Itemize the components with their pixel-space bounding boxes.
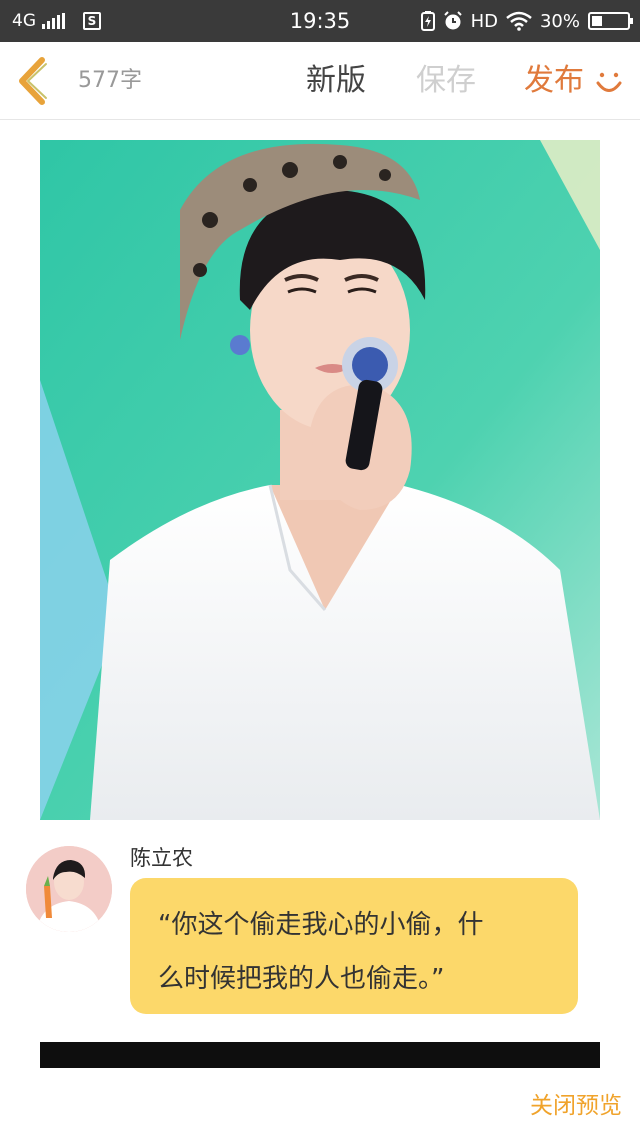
status-bar: 4G S 19:35 HD 30% — [0, 0, 640, 42]
hd-indicator: HD — [470, 10, 498, 32]
quote-bubble: “你这个偷走我心的小偷，什 么时候把我的人也偷走。” — [130, 878, 578, 1014]
battery-percent: 30% — [539, 10, 580, 32]
charging-icon — [420, 11, 435, 31]
smiley-icon[interactable] — [594, 68, 624, 98]
network-type: 4G — [12, 11, 36, 31]
author-avatar[interactable] — [26, 846, 112, 932]
next-image-preview — [40, 1042, 600, 1068]
wifi-icon — [506, 11, 532, 31]
editor-toolbar: 577字 新版 保存 发布 — [0, 42, 640, 120]
close-preview-button[interactable]: 关闭预览 — [530, 1086, 622, 1120]
quote-line-1: “你这个偷走我心的小偷，什 — [158, 910, 484, 940]
battery-level — [592, 16, 603, 26]
author-name[interactable]: 陈立农 — [130, 842, 193, 872]
quote-line-2: 么时候把我的人也偷走。” — [158, 964, 445, 994]
battery-icon — [588, 12, 633, 30]
sim-icon: S — [83, 12, 101, 30]
signal-icon — [42, 13, 65, 29]
post-photo — [40, 140, 600, 820]
back-arrow-icon[interactable] — [14, 56, 54, 106]
publish-button[interactable]: 发布 — [524, 42, 584, 120]
word-count: 577字 — [78, 68, 142, 93]
new-version-button[interactable]: 新版 — [306, 42, 366, 120]
alarm-icon — [443, 11, 462, 30]
save-button[interactable]: 保存 — [416, 42, 476, 120]
